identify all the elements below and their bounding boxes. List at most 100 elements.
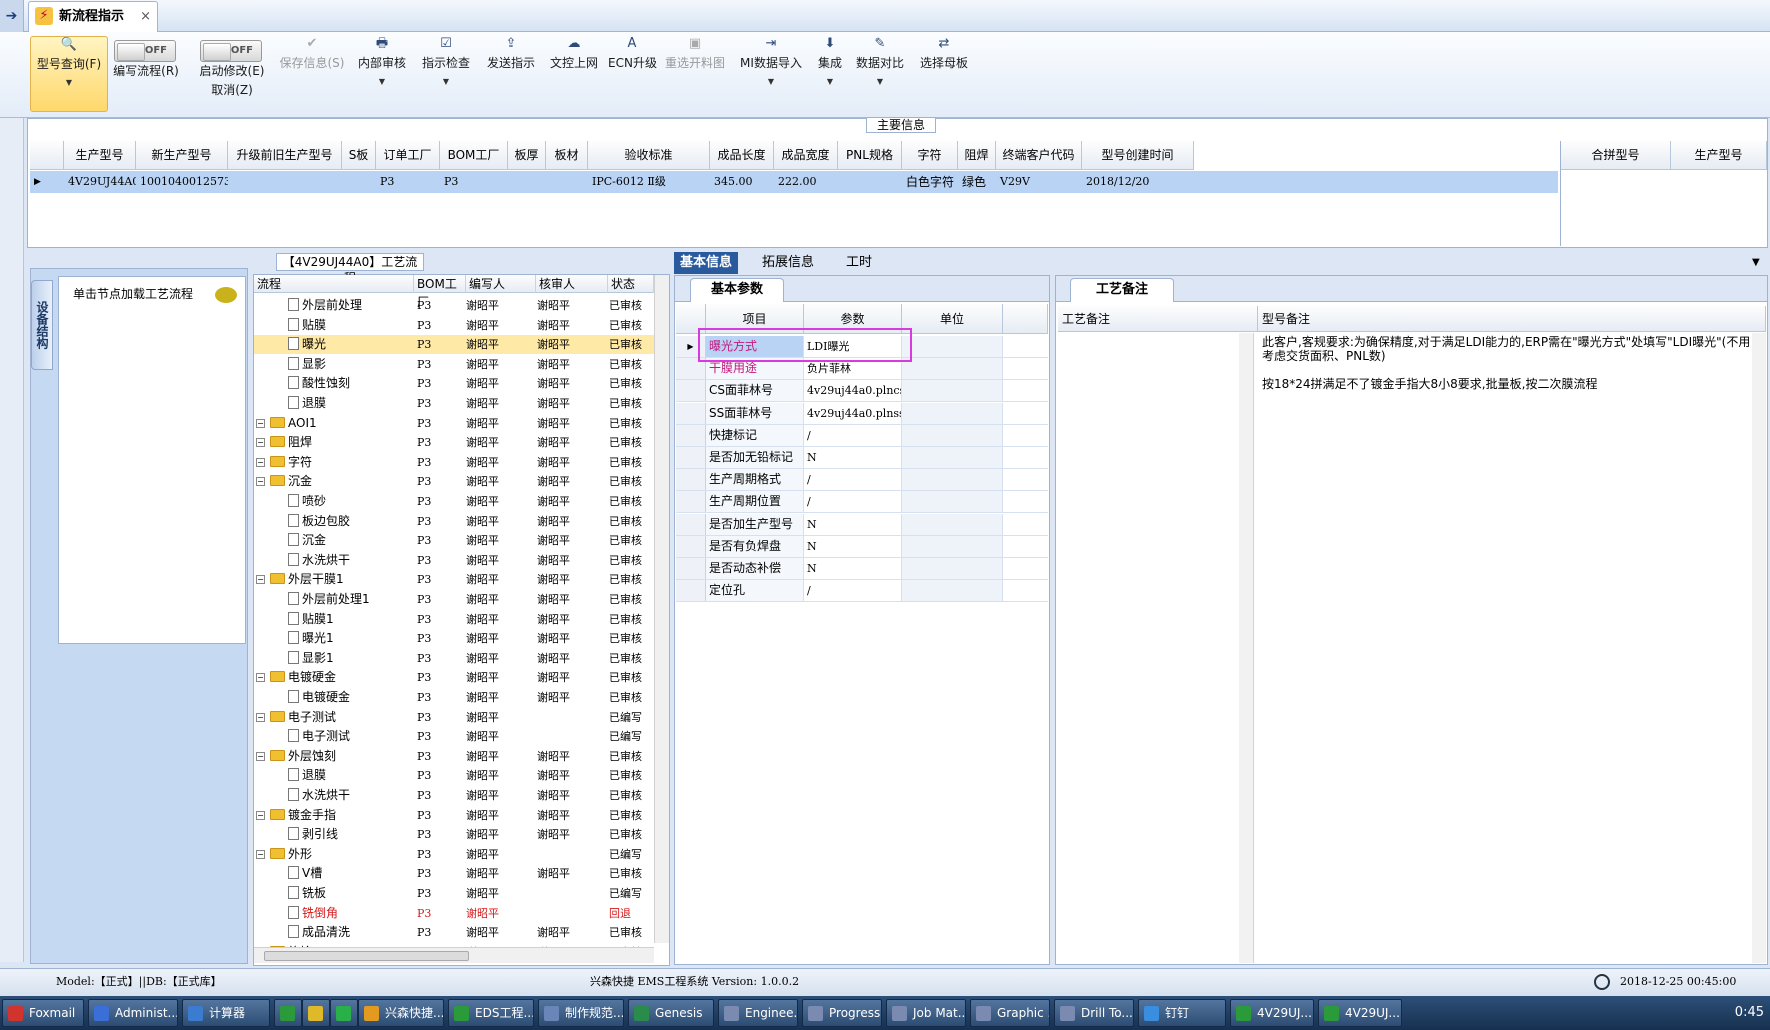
col-header[interactable]: 板材 bbox=[546, 141, 588, 170]
param-unit[interactable] bbox=[902, 469, 1003, 491]
flow-tree-node[interactable]: 沉金 P3 谢昭平 谢昭平 已审核 bbox=[254, 531, 654, 550]
param-value[interactable]: N bbox=[804, 535, 902, 557]
taskbar-button[interactable]: Graphic ... bbox=[970, 999, 1050, 1027]
tab-extended-info[interactable]: 拓展信息 bbox=[756, 252, 820, 274]
param-unit[interactable] bbox=[902, 447, 1003, 468]
flow-tree-node[interactable]: 显影 P3 谢昭平 谢昭平 已审核 bbox=[254, 355, 654, 374]
flow-tree-node[interactable]: 外层前处理1 P3 谢昭平 谢昭平 已审核 bbox=[254, 590, 654, 609]
taskbar-button[interactable]: 兴森快捷... bbox=[358, 999, 444, 1027]
flow-tree-node[interactable]: 铣倒角 P3 谢昭平 回退 bbox=[254, 904, 654, 923]
flow-tree-node[interactable]: 板边包胶 P3 谢昭平 谢昭平 已审核 bbox=[254, 512, 654, 531]
write-flow-toggle[interactable]: OFF bbox=[114, 40, 176, 62]
flow-tree-node[interactable]: 贴膜 P3 谢昭平 谢昭平 已审核 bbox=[254, 316, 654, 335]
expand-toggle-icon[interactable]: − bbox=[256, 438, 265, 448]
flow-tree-node[interactable]: − 电镀硬金 P3 谢昭平 谢昭平 已审核 bbox=[254, 668, 654, 687]
taskbar-button[interactable]: 计算器 bbox=[182, 999, 270, 1027]
col-header[interactable]: 编写人 bbox=[466, 275, 536, 293]
param-row[interactable]: 是否加生产型号 N bbox=[676, 513, 1048, 536]
table-cell[interactable]: P3 bbox=[376, 171, 440, 193]
select-mother-board-button[interactable]: ⇄ 选择母板 bbox=[914, 36, 974, 112]
expand-toggle-icon[interactable]: − bbox=[256, 751, 265, 761]
taskbar-button[interactable]: Genesis bbox=[628, 999, 714, 1027]
param-row[interactable]: 生产周期格式 / bbox=[676, 469, 1048, 492]
param-row[interactable]: 是否动态补偿 N bbox=[676, 558, 1048, 580]
flow-tree-node[interactable]: 成品清洗 P3 谢昭平 谢昭平 已审核 bbox=[254, 923, 654, 942]
col-header[interactable]: 核审人 bbox=[536, 275, 608, 293]
col-header[interactable]: PNL规格 bbox=[838, 141, 902, 170]
param-value[interactable]: N bbox=[804, 447, 902, 468]
flow-tree-node[interactable]: V槽 P3 谢昭平 谢昭平 已审核 bbox=[254, 864, 654, 883]
param-unit[interactable] bbox=[902, 358, 1003, 380]
tab-process-notes[interactable]: 工艺备注 bbox=[1070, 278, 1174, 302]
param-unit[interactable] bbox=[902, 580, 1003, 602]
data-compare-button[interactable]: ✎ 数据对比 ▼ bbox=[852, 36, 908, 112]
param-row[interactable]: 是否有负焊盘 N bbox=[676, 535, 1048, 558]
save-info-button[interactable]: ✔ 保存信息(S) bbox=[276, 36, 348, 112]
flow-tree-node[interactable]: 铣板 P3 谢昭平 已编写 bbox=[254, 884, 654, 903]
table-cell[interactable]: 345.00 bbox=[710, 171, 774, 193]
flow-tree-node[interactable]: 电镀硬金 P3 谢昭平 谢昭平 已审核 bbox=[254, 688, 654, 707]
param-value[interactable]: 4v29uj44a0.plnss bbox=[804, 402, 902, 424]
col-header[interactable]: BOM工厂 bbox=[414, 275, 466, 309]
col-header[interactable]: 状态 bbox=[608, 275, 654, 293]
taskbar-button[interactable]: EDS工程... bbox=[448, 999, 534, 1027]
param-unit[interactable] bbox=[902, 535, 1003, 557]
reselect-cut-button[interactable]: ▣ 重选开料图 bbox=[662, 36, 728, 112]
expand-toggle-icon[interactable]: − bbox=[256, 810, 265, 820]
login-icon[interactable]: ➔ bbox=[0, 0, 24, 32]
col-header[interactable]: 板厚 bbox=[508, 141, 546, 170]
tab-working-hours[interactable]: 工时 bbox=[840, 252, 878, 274]
param-unit[interactable] bbox=[902, 402, 1003, 424]
param-value[interactable]: / bbox=[804, 469, 902, 491]
taskbar-button[interactable]: Drill To... bbox=[1054, 999, 1134, 1027]
table-cell[interactable]: IPC-6012 Ⅱ级 bbox=[588, 171, 710, 193]
col-header[interactable]: S板 bbox=[342, 141, 376, 170]
col-header[interactable]: BOM工厂 bbox=[440, 141, 508, 170]
flow-tree-node[interactable]: 电子测试 P3 谢昭平 已编写 bbox=[254, 727, 654, 746]
ecn-upgrade-button[interactable]: A ECN升级 bbox=[608, 36, 657, 112]
param-row[interactable]: SS面菲林号 4v29uj44a0.plnss bbox=[676, 402, 1048, 425]
scrollbar[interactable] bbox=[1239, 333, 1253, 963]
send-indication-button[interactable]: ⇪ 发送指示 bbox=[482, 36, 540, 112]
taskbar-button[interactable] bbox=[302, 999, 330, 1027]
col-header[interactable]: 单位 bbox=[902, 304, 1003, 334]
param-row[interactable]: 是否加无铅标记 N bbox=[676, 447, 1048, 469]
param-value[interactable]: / bbox=[804, 580, 902, 602]
flow-tree-node[interactable]: − AOI1 P3 谢昭平 谢昭平 已审核 bbox=[254, 414, 654, 433]
model-query-button[interactable]: 🔍 型号查询(F) ▼ bbox=[30, 36, 108, 112]
expand-toggle-icon[interactable]: − bbox=[256, 575, 265, 585]
flow-tree-node[interactable]: − 字符 P3 谢昭平 谢昭平 已审核 bbox=[254, 453, 654, 472]
taskbar-button[interactable] bbox=[330, 999, 358, 1027]
device-structure-tab[interactable]: 设备结构 bbox=[31, 280, 53, 370]
col-header[interactable]: 成品长度 bbox=[710, 141, 774, 170]
param-row[interactable]: 快捷标记 / bbox=[676, 424, 1048, 447]
col-header[interactable]: 阻焊 bbox=[958, 141, 996, 170]
table-cell[interactable]: 绿色 bbox=[958, 171, 996, 193]
flow-tree-node[interactable]: 酸性蚀刻 P3 谢昭平 谢昭平 已审核 bbox=[254, 374, 654, 393]
flow-tree-node[interactable]: 曝光1 P3 谢昭平 谢昭平 已审核 bbox=[254, 629, 654, 648]
taskbar-button[interactable]: Job Mat... bbox=[886, 999, 966, 1027]
taskbar-button[interactable]: Administ... bbox=[88, 999, 178, 1027]
table-cell[interactable]: V29V bbox=[996, 171, 1082, 193]
scroll-thumb[interactable] bbox=[264, 951, 469, 961]
expand-toggle-icon[interactable]: − bbox=[256, 477, 265, 487]
expand-toggle-icon[interactable]: − bbox=[256, 712, 265, 722]
taskbar-button[interactable]: 制作规范... bbox=[538, 999, 624, 1027]
taskbar-button[interactable]: 4V29UJ... bbox=[1230, 999, 1314, 1027]
flow-tree-node[interactable]: − 镀金手指 P3 谢昭平 谢昭平 已审核 bbox=[254, 806, 654, 825]
col-header[interactable]: 新生产型号 bbox=[136, 141, 228, 170]
taskbar-button[interactable]: 钉钉 bbox=[1138, 999, 1226, 1027]
col-header[interactable]: 生产型号 bbox=[64, 141, 136, 170]
tab-new-flow-indication[interactable]: ⚡ 新流程指示 × bbox=[28, 1, 158, 32]
expand-toggle-icon[interactable]: − bbox=[256, 457, 265, 467]
table-cell[interactable]: 4V29UJ44A0 bbox=[64, 171, 136, 193]
param-row[interactable]: 定位孔 / bbox=[676, 580, 1048, 603]
mi-data-import-button[interactable]: ⇥ MI数据导入 ▼ bbox=[736, 36, 806, 112]
param-value[interactable]: N bbox=[804, 558, 902, 579]
param-value[interactable]: / bbox=[804, 424, 902, 446]
integrate-button[interactable]: ⬇ 集成 ▼ bbox=[810, 36, 850, 112]
expand-toggle-icon[interactable]: − bbox=[256, 673, 265, 683]
flow-tree-node[interactable]: − 外形 P3 谢昭平 已编写 bbox=[254, 845, 654, 864]
param-unit[interactable] bbox=[902, 380, 1003, 402]
close-icon[interactable]: × bbox=[140, 2, 151, 31]
